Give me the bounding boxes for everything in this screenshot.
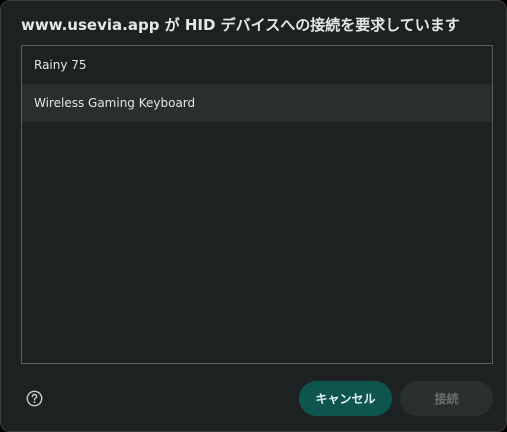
device-item-rainy-75[interactable]: Rainy 75 [22,46,492,84]
help-button[interactable] [26,390,43,407]
connect-button[interactable]: 接続 [400,381,493,416]
device-item-wireless-gaming-keyboard[interactable]: Wireless Gaming Keyboard [22,84,492,122]
dialog-title: www.usevia.app が HID デバイスへの接続を要求しています [21,16,460,34]
device-list[interactable]: Rainy 75 Wireless Gaming Keyboard [21,45,493,364]
device-item-label: Rainy 75 [34,58,87,72]
hid-permission-dialog: www.usevia.app が HID デバイスへの接続を要求しています Ra… [0,0,507,432]
device-item-label: Wireless Gaming Keyboard [34,96,196,110]
cancel-button[interactable]: キャンセル [299,381,392,416]
question-circle-icon [26,390,43,407]
